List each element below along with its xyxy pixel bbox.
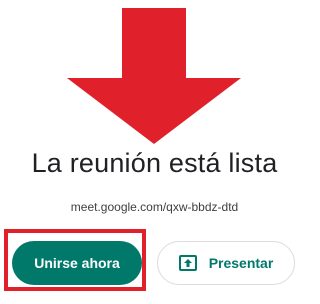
present-label: Presentar (208, 255, 274, 271)
present-screen-icon (178, 255, 197, 271)
page-title: La reunión está lista (31, 148, 278, 178)
join-now-button[interactable]: Unirse ahora (12, 241, 142, 285)
meeting-link: meet.google.com/qxw-bbdz-dtd (70, 200, 239, 214)
join-now-label: Unirse ahora (34, 255, 120, 271)
meet-ready-panel: La reunión está lista meet.google.com/qx… (0, 0, 309, 304)
down-arrow-icon (67, 8, 241, 144)
present-button[interactable]: Presentar (157, 241, 295, 285)
